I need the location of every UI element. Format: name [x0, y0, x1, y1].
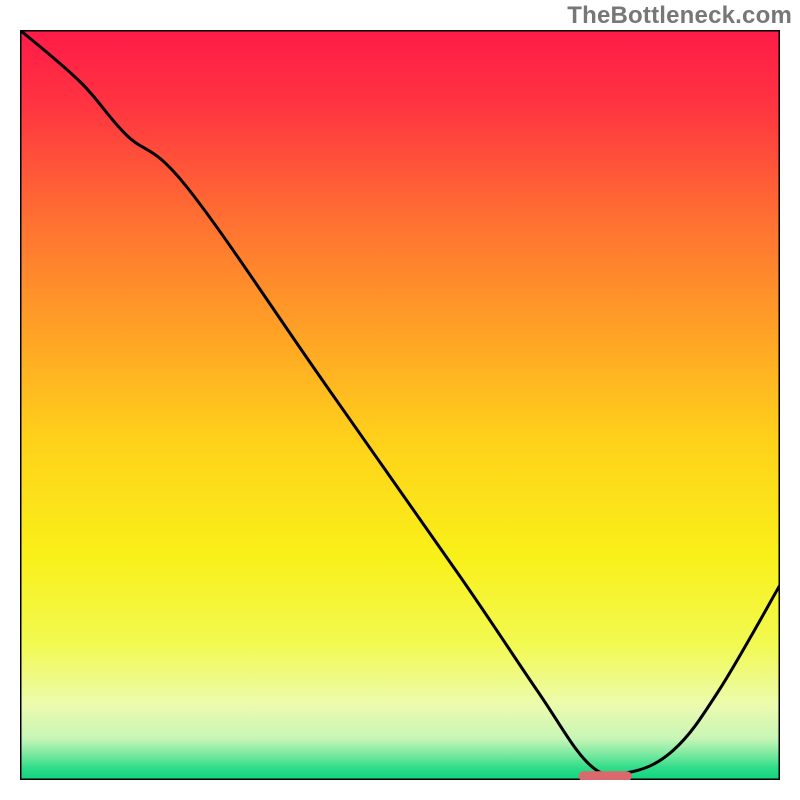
- plot-area: [20, 30, 780, 780]
- chart-svg: [20, 30, 780, 780]
- watermark-text: TheBottleneck.com: [567, 2, 792, 30]
- optimum-marker: [579, 771, 632, 780]
- chart-container: TheBottleneck.com: [0, 0, 800, 800]
